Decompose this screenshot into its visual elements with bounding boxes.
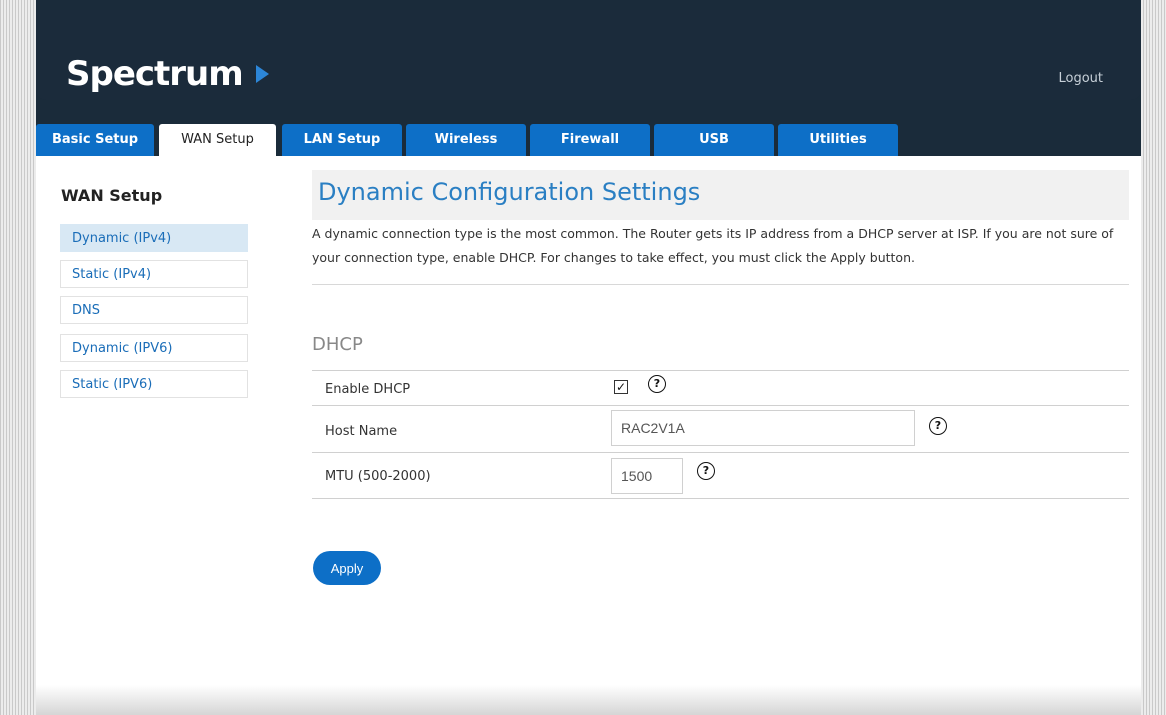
router-frame: Spectrum Logout Basic Setup WAN Setup LA… [36, 0, 1141, 715]
page-description: A dynamic connection type is the most co… [312, 226, 1114, 265]
apply-button[interactable]: Apply [313, 551, 381, 585]
host-name-label: Host Name [325, 424, 398, 439]
sidebar-item-dns[interactable]: DNS [60, 296, 248, 324]
left-border-texture [0, 0, 36, 715]
sidebar-item-static-ipv4[interactable]: Static (IPv4) [60, 260, 248, 288]
tab-usb[interactable]: USB [654, 124, 774, 156]
row-divider [312, 498, 1129, 499]
tab-utilities[interactable]: Utilities [778, 124, 898, 156]
header-bar: Spectrum Logout [36, 10, 1141, 100]
sidebar-title: WAN Setup [61, 186, 163, 205]
host-name-input[interactable] [611, 410, 915, 446]
sidebar-item-static-ipv6[interactable]: Static (IPV6) [60, 370, 248, 398]
content-panel: WAN Setup Dynamic (IPv4) Static (IPv4) D… [36, 156, 1141, 715]
tab-wan-setup[interactable]: WAN Setup [159, 124, 276, 156]
brand-logo: Spectrum [66, 54, 244, 94]
row-divider [312, 370, 1129, 371]
tab-wireless[interactable]: Wireless [406, 124, 526, 156]
logout-link[interactable]: Logout [1058, 71, 1103, 86]
host-name-help-icon[interactable]: ? [929, 417, 947, 435]
tab-firewall[interactable]: Firewall [530, 124, 650, 156]
row-divider [312, 452, 1129, 453]
logo-arrow-icon [256, 65, 269, 83]
sidebar-item-dynamic-ipv4[interactable]: Dynamic (IPv4) [60, 224, 248, 252]
sidebar-item-dynamic-ipv6[interactable]: Dynamic (IPV6) [60, 334, 248, 362]
enable-dhcp-label: Enable DHCP [325, 382, 411, 397]
mtu-input[interactable] [611, 458, 683, 494]
mtu-label: MTU (500-2000) [325, 469, 431, 484]
mtu-help-icon[interactable]: ? [697, 462, 715, 480]
enable-dhcp-help-icon[interactable]: ? [648, 375, 666, 393]
main-nav-tabs: Basic Setup WAN Setup LAN Setup Wireless… [36, 124, 1141, 156]
panel-bottom-shade [36, 685, 1141, 715]
tab-lan-setup[interactable]: LAN Setup [282, 124, 402, 156]
page-title-bar: Dynamic Configuration Settings [312, 170, 1129, 220]
divider [312, 284, 1129, 285]
row-divider [312, 405, 1129, 406]
enable-dhcp-checkbox[interactable]: ✓ [614, 380, 628, 394]
tab-basic-setup[interactable]: Basic Setup [36, 124, 154, 156]
section-title-dhcp: DHCP [312, 334, 363, 355]
page-title: Dynamic Configuration Settings [318, 178, 701, 206]
right-border-texture [1140, 0, 1166, 715]
